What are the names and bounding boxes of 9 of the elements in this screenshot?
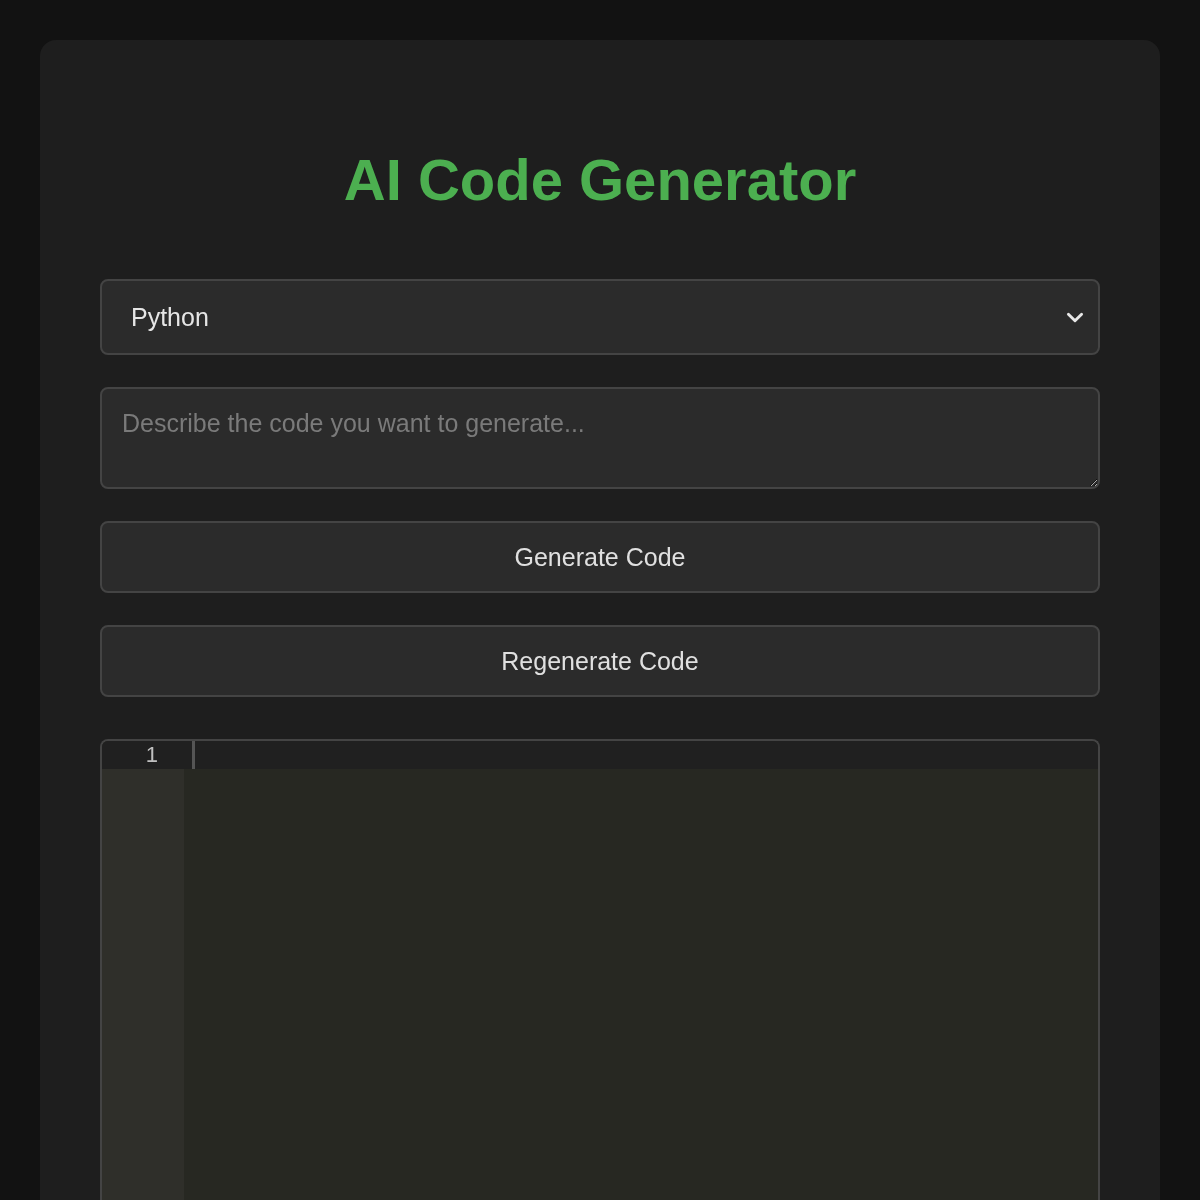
prompt-field[interactable]: Describe the code you want to generate... [100, 387, 1100, 489]
language-select[interactable]: Python [100, 279, 1100, 355]
chevron-down-icon [1066, 311, 1084, 323]
text-cursor [192, 741, 195, 769]
action-button[interactable]: Regenerate Code [100, 625, 1100, 697]
line-number: 1 [102, 741, 184, 769]
code-editor[interactable]: 1 [100, 739, 1100, 1200]
page-title: AI Code Generator [343, 146, 857, 214]
action-button[interactable]: Generate Code [100, 521, 1100, 593]
